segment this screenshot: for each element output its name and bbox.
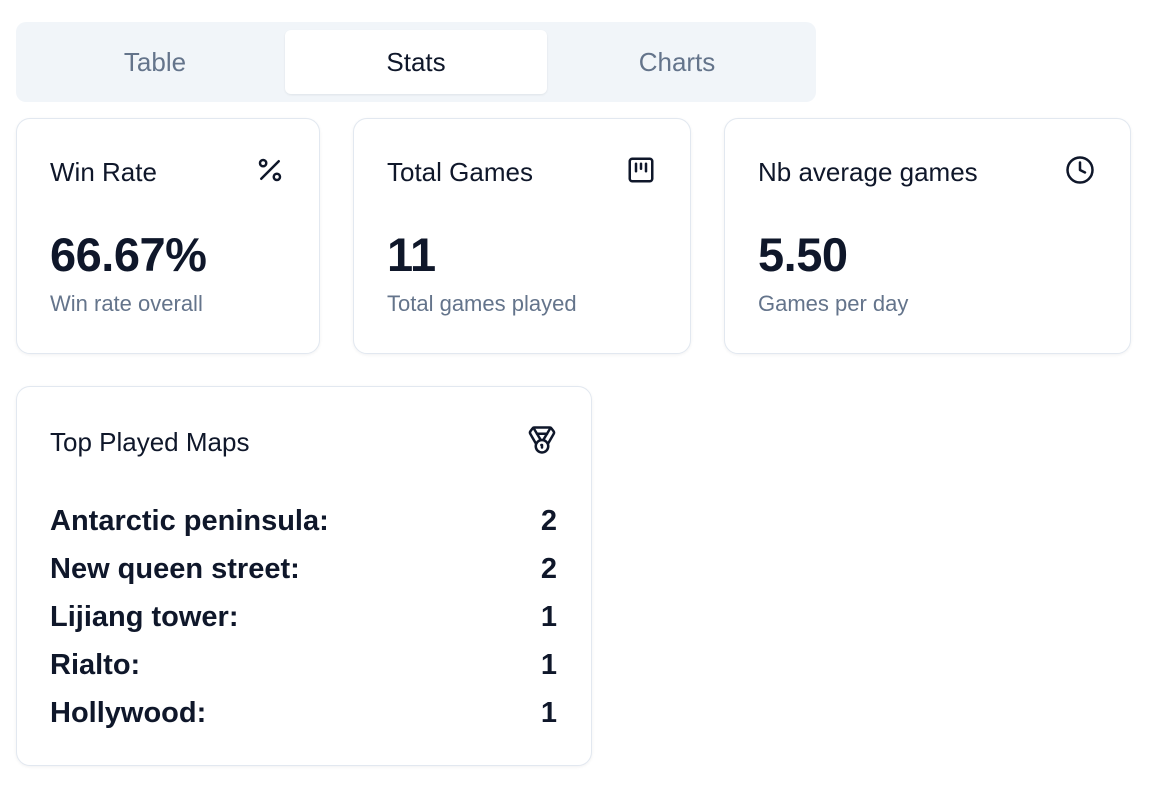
card-title: Win Rate (50, 157, 157, 187)
card-subtitle: Win rate overall (50, 291, 203, 316)
tab-table[interactable]: Table (24, 30, 286, 94)
map-count: 1 (540, 600, 557, 633)
list-item: Antarctic peninsula: 2 (50, 497, 557, 545)
percent-icon (258, 158, 282, 182)
card-title: Total Games (387, 157, 533, 187)
card-value: 66.67% (50, 228, 207, 281)
map-count: 2 (540, 504, 557, 537)
top-maps-list: Antarctic peninsula: 2 New queen street:… (50, 497, 557, 737)
total-games-card: Total Games 11 Total games played (353, 118, 691, 354)
view-tabs: Table Stats Charts (16, 22, 816, 102)
clock-icon (1066, 156, 1094, 184)
map-count: 1 (540, 696, 557, 729)
card-subtitle: Total games played (387, 291, 577, 316)
map-name: Rialto: (50, 648, 141, 681)
card-value: 5.50 (758, 228, 848, 281)
top-maps-card: Top Played Maps Antarctic peninsula: 2 N… (16, 386, 592, 766)
board-icon (628, 157, 654, 183)
map-count: 2 (540, 552, 557, 585)
list-item: Hollywood: 1 (50, 689, 557, 737)
map-name: New queen street: (50, 552, 300, 585)
card-value: 11 (387, 228, 436, 281)
map-count: 1 (540, 648, 557, 681)
medal-icon (528, 426, 556, 454)
win-rate-card: Win Rate 66.67% Win rate overall (16, 118, 320, 354)
map-name: Antarctic peninsula: (50, 504, 329, 537)
average-games-card: Nb average games 5.50 Games per day (724, 118, 1131, 354)
list-item: Lijiang tower: 1 (50, 593, 557, 641)
tab-charts[interactable]: Charts (546, 30, 808, 94)
list-item: Rialto: 1 (50, 641, 557, 689)
card-title: Top Played Maps (50, 427, 250, 457)
map-name: Hollywood: (50, 696, 207, 729)
list-item: New queen street: 2 (50, 545, 557, 593)
map-name: Lijiang tower: (50, 600, 239, 633)
card-subtitle: Games per day (758, 291, 909, 316)
tab-stats[interactable]: Stats (285, 30, 547, 94)
card-title: Nb average games (758, 157, 978, 187)
